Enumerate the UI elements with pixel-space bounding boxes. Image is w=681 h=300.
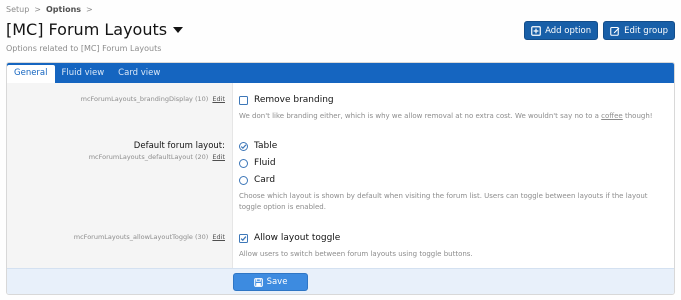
save-icon [253,277,263,287]
coffee-link[interactable]: coffee [601,112,623,120]
add-option-button[interactable]: Add option [524,21,599,40]
option-id-text: mcForumLayouts_allowLayoutToggle (30) [73,233,209,241]
options-body: mcForumLayouts_brandingDisplay (10) Edit… [7,83,674,294]
breadcrumb-options[interactable]: Options [46,5,81,14]
check-icon [240,235,247,241]
layout-toggle-hint: Allow users to switch between forum layo… [239,250,473,258]
allow-layout-toggle-checkbox[interactable]: Allow layout toggle [239,233,340,243]
checkbox-checked[interactable] [239,233,248,243]
breadcrumb-separator: > [86,5,93,14]
radio-circle[interactable] [239,175,248,185]
tab-general[interactable]: General [7,65,55,83]
page-title: [MC] Forum Layouts [6,20,168,39]
checkbox-label: Allow layout toggle [254,233,341,243]
edit-link[interactable]: Edit [212,153,225,161]
title-row: [MC] Forum Layouts [6,20,184,39]
checkbox-box[interactable] [239,95,248,105]
checkbox-label: Remove branding [254,95,334,105]
breadcrumb-separator: > [34,5,41,14]
edit-icon [610,26,620,36]
tab-card-view[interactable]: Card view [111,63,167,83]
plus-square-icon [531,25,541,36]
edit-link[interactable]: Edit [212,95,225,103]
radio-label: Card [254,175,276,185]
check-icon [240,143,247,149]
radio-label: Table [254,141,278,151]
remove-branding-checkbox[interactable]: Remove branding [239,95,334,105]
save-label: Save [266,277,288,287]
option-id-branding: mcForumLayouts_brandingDisplay (10) Edit [81,95,225,103]
option-id-text: mcForumLayouts_brandingDisplay (10) [80,95,209,103]
options-block: General Fluid view Card view mcForumLayo… [6,62,675,295]
option-id-default-layout: mcForumLayouts_defaultLayout (20) Edit [89,153,225,161]
branding-hint-text: We don't like branding either, which is … [239,112,599,120]
tab-fluid-view[interactable]: Fluid view [55,63,112,83]
edit-group-button[interactable]: Edit group [603,21,675,40]
default-layout-title: Default forum layout: [133,141,225,151]
option-id-layout-toggle: mcForumLayouts_allowLayoutToggle (30) Ed… [74,233,225,241]
chevron-down-icon[interactable] [173,26,184,33]
page-description: Options related to [MC] Forum Layouts [6,44,162,53]
layout-radio-table[interactable]: Table [239,141,277,151]
layout-radio-fluid[interactable]: Fluid [239,158,276,168]
header-buttons: Add option Edit group [524,21,675,40]
breadcrumb-setup[interactable]: Setup [6,5,29,14]
option-id-text: mcForumLayouts_defaultLayout (20) [88,153,209,161]
default-layout-hint: Choose which layout is shown by default … [239,192,648,211]
save-button[interactable]: Save [233,273,308,291]
add-option-label: Add option [545,25,592,36]
layout-radio-card[interactable]: Card [239,175,275,185]
radio-selected-icon[interactable] [239,141,248,151]
form-footer: Save [7,268,674,294]
branding-hint-suffix: though! [624,112,653,120]
tab-bar: General Fluid view Card view [7,63,674,83]
radio-label: Fluid [254,158,276,168]
edit-link[interactable]: Edit [212,233,225,241]
edit-group-label: Edit group [624,25,668,36]
branding-hint: We don't like branding either, which is … [239,111,664,122]
breadcrumb: Setup > Options > [6,5,98,14]
radio-circle[interactable] [239,158,248,168]
